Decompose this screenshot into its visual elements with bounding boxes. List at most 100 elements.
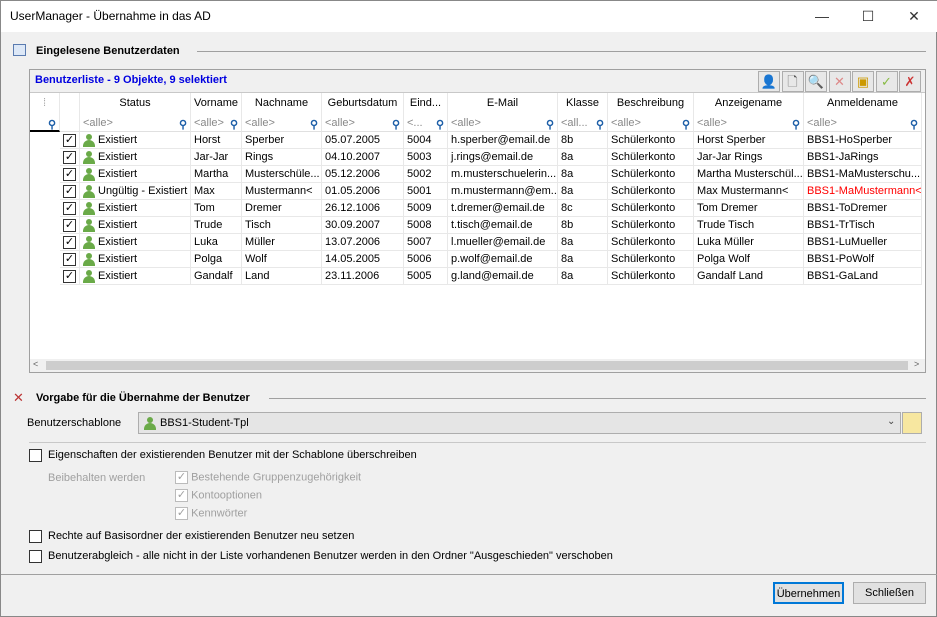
scroll-left-icon[interactable]: <	[33, 359, 38, 369]
row-checkbox[interactable]: ✓	[60, 132, 80, 149]
cell-text: Jar-Jar	[194, 151, 229, 163]
row-checkbox[interactable]: ✓	[60, 183, 80, 200]
column-header[interactable]: Geburtsdatum	[322, 93, 404, 114]
title-bar: UserManager - Übernahme in das AD — ☐ ✕	[1, 1, 937, 32]
cell-text: Schülerkonto	[611, 253, 676, 265]
status-cell: Existiert	[80, 200, 191, 217]
checkbox[interactable]: ✓	[63, 184, 76, 198]
filter-input[interactable]: <alle> ⚲	[191, 114, 242, 132]
select-column-header[interactable]	[60, 93, 80, 114]
overwrite-checkbox[interactable]	[29, 449, 42, 462]
filter-input[interactable]: <alle> ⚲	[804, 114, 922, 132]
check-icon[interactable]: ✓	[875, 71, 898, 92]
table-cell: 5003	[404, 149, 448, 166]
cell-text: 5005	[407, 270, 432, 282]
row-checkbox[interactable]: ✓	[60, 268, 80, 285]
column-header[interactable]: Beschreibung	[608, 93, 694, 114]
table-cell: Musterschüle...	[242, 166, 322, 183]
row-checkbox[interactable]: ✓	[60, 149, 80, 166]
row-checkbox[interactable]: ✓	[60, 166, 80, 183]
delete-icon[interactable]: ✕	[828, 71, 851, 92]
filter-input[interactable]: <all... ⚲	[558, 114, 608, 132]
table-cell: BBS1-PoWolf	[804, 251, 922, 268]
keep-passwords-option[interactable]: ✓ Kennwörter	[175, 507, 361, 525]
checkbox[interactable]: ✓	[63, 167, 76, 181]
rights-checkbox[interactable]	[29, 530, 42, 543]
checkbox[interactable]: ✓	[63, 150, 76, 164]
table-cell: Trude	[191, 217, 242, 234]
cell-text: Trude	[194, 219, 223, 231]
table-cell: 5005	[404, 268, 448, 285]
column-header[interactable]: Vorname	[191, 93, 242, 114]
cell-text: Existiert	[98, 236, 138, 248]
close-dialog-button[interactable]: Schließen	[853, 582, 926, 604]
status-cell: Existiert	[80, 234, 191, 251]
table-cell: m.mustermann@em...	[448, 183, 558, 200]
apply-button[interactable]: Übernehmen	[773, 582, 844, 604]
user-edit-icon[interactable]: 👤	[758, 71, 780, 92]
divider	[197, 51, 926, 52]
keep-groups-option[interactable]: ✓ Bestehende Gruppenzugehörigkeit	[175, 471, 361, 489]
cell-text: 5006	[407, 253, 432, 265]
scroll-right-icon[interactable]: >	[914, 359, 919, 369]
table-cell: Schülerkonto	[608, 166, 694, 183]
template-select[interactable]: BBS1-Student-Tpl ⌄	[138, 412, 901, 434]
column-header[interactable]: Anmeldename	[804, 93, 922, 114]
close-button[interactable]: ✕	[891, 1, 937, 32]
filter-input[interactable]: <alle> ⚲	[80, 114, 191, 132]
row-checkbox[interactable]: ✓	[60, 217, 80, 234]
table-cell: 8b	[558, 217, 608, 234]
column-header[interactable]: Nachname	[242, 93, 322, 114]
checkbox[interactable]: ✓	[63, 269, 76, 283]
filter-input[interactable]: <... ⚲	[404, 114, 448, 132]
cell-text: Existiert	[98, 219, 138, 231]
table-cell: Luka Müller	[694, 234, 804, 251]
new-document-icon[interactable]: 🗋	[781, 71, 804, 92]
sync-checkbox[interactable]	[29, 550, 42, 563]
cell-text: h.sperber@email.de	[451, 134, 551, 146]
cell-text: 8a	[561, 185, 574, 197]
table-cell: Land	[242, 268, 322, 285]
cell-text: 5001	[407, 185, 432, 197]
filter-input[interactable]: <alle> ⚲	[608, 114, 694, 132]
table-cell: 26.12.1006	[322, 200, 404, 217]
search-check-icon[interactable]: 🔍	[805, 71, 827, 92]
cell-text: Gandalf	[194, 270, 233, 282]
row-checkbox[interactable]: ✓	[60, 200, 80, 217]
uncheck-icon[interactable]: ✗	[899, 71, 921, 92]
column-header[interactable]: Eind...	[404, 93, 448, 114]
template-browse-button[interactable]	[902, 412, 922, 434]
table-cell: Martha Musterschül...	[694, 166, 804, 183]
filter-input[interactable]: <alle> ⚲	[448, 114, 558, 132]
column-header[interactable]: E-Mail	[448, 93, 558, 114]
table-cell: Gandalf Land	[694, 268, 804, 285]
checkbox[interactable]: ✓	[63, 201, 76, 215]
row-checkbox[interactable]: ✓	[60, 251, 80, 268]
filter-row-icon[interactable]: ⚲	[30, 114, 60, 132]
column-header[interactable]: Status	[80, 93, 191, 114]
cell-text: Existiert	[98, 202, 138, 214]
user-icon	[83, 150, 95, 164]
column-header[interactable]: Klasse	[558, 93, 608, 114]
horizontal-scrollbar[interactable]: < >	[30, 359, 925, 372]
filter-input[interactable]: <alle> ⚲	[322, 114, 404, 132]
table-cell: Max Mustermann<	[694, 183, 804, 200]
minimize-button[interactable]: —	[799, 1, 845, 32]
checkbox[interactable]: ✓	[63, 252, 76, 266]
maximize-button[interactable]: ☐	[845, 1, 891, 32]
column-header[interactable]: Anzeigename	[694, 93, 804, 114]
filter-input[interactable]: <alle> ⚲	[694, 114, 804, 132]
row-checkbox[interactable]: ✓	[60, 234, 80, 251]
export-icon[interactable]: ▣	[852, 71, 874, 92]
table-cell: 01.05.2006	[322, 183, 404, 200]
checkbox[interactable]: ✓	[63, 218, 76, 232]
checkbox[interactable]: ✓	[63, 133, 76, 147]
cell-text: Existiert	[98, 168, 138, 180]
scrollbar-thumb[interactable]	[46, 361, 908, 370]
filter-value: <alle>	[807, 117, 837, 129]
cell-text: Sperber	[245, 134, 285, 146]
keep-account-option[interactable]: ✓ Kontooptionen	[175, 489, 361, 507]
filter-input[interactable]: <alle> ⚲	[242, 114, 322, 132]
user-icon	[83, 235, 95, 249]
checkbox[interactable]: ✓	[63, 235, 76, 249]
